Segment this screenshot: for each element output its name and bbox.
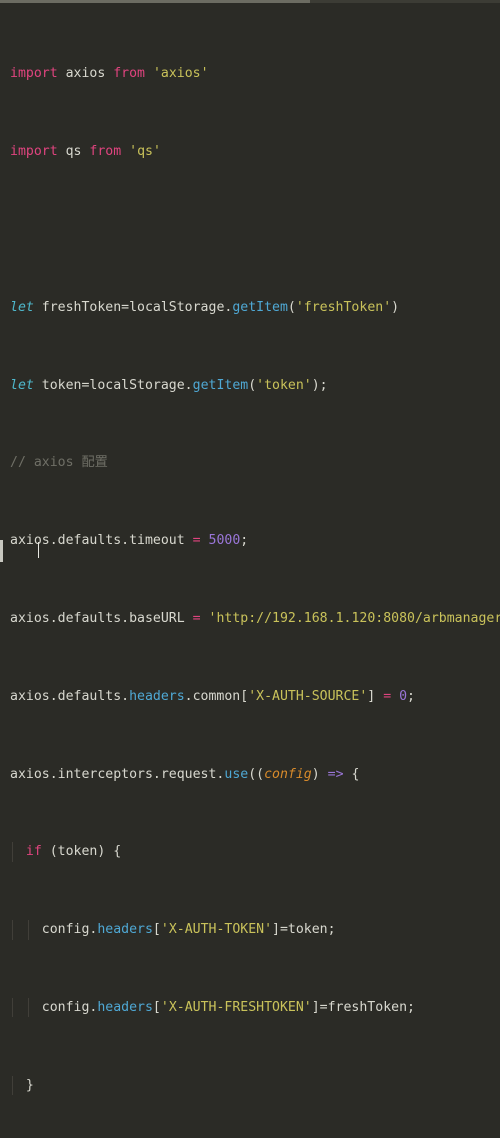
- text-caret: [38, 542, 39, 558]
- code-line-14[interactable]: }: [0, 1075, 500, 1096]
- code-line-2[interactable]: import qs from 'qs': [0, 142, 500, 161]
- code-line-7[interactable]: axios.defaults.timeout = 5000;: [0, 531, 500, 550]
- code-line-11[interactable]: if (token) {: [0, 842, 500, 862]
- code-line-13[interactable]: config.headers['X-AUTH-FRESHTOKEN']=fres…: [0, 997, 500, 1018]
- code-content[interactable]: import axios from 'axios' import qs from…: [0, 3, 500, 1138]
- code-line-9[interactable]: axios.defaults.headers.common['X-AUTH-SO…: [0, 687, 500, 706]
- code-line-12[interactable]: config.headers['X-AUTH-TOKEN']=token;: [0, 920, 500, 940]
- code-line-4[interactable]: let freshToken=localStorage.getItem('fre…: [0, 298, 500, 317]
- code-line-5[interactable]: let token=localStorage.getItem('token');: [0, 376, 500, 395]
- code-line-6-comment[interactable]: // axios 配置: [0, 453, 500, 472]
- code-line-3[interactable]: [0, 220, 500, 239]
- code-line-8[interactable]: axios.defaults.baseURL = 'http://192.168…: [0, 609, 500, 628]
- code-editor[interactable]: import axios from 'axios' import qs from…: [0, 0, 500, 1096]
- code-line-10[interactable]: axios.interceptors.request.use((config) …: [0, 765, 500, 784]
- code-line-1[interactable]: import axios from 'axios': [0, 64, 500, 83]
